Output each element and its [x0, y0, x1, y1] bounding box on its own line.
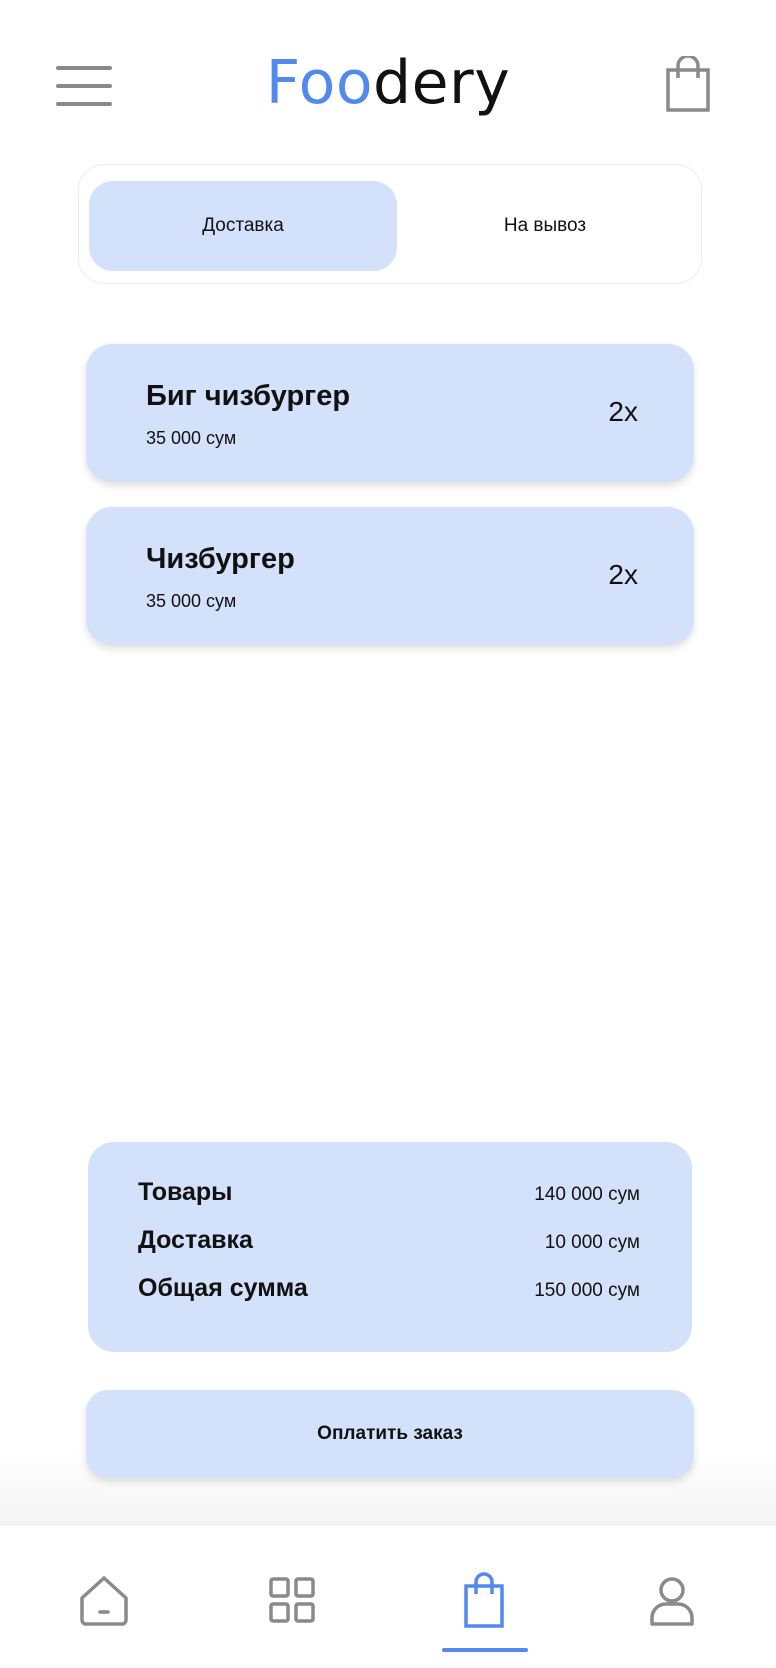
nav-user-icon[interactable]	[642, 1570, 702, 1630]
item-name: Биг чизбургер	[146, 380, 351, 412]
summary-value: 10 000 сум	[544, 1232, 640, 1253]
pay-order-button[interactable]: Оплатить заказ	[86, 1390, 694, 1478]
summary-label: Общая сумма	[138, 1274, 308, 1302]
app-logo: Foodery	[0, 48, 776, 118]
summary-label: Доставка	[138, 1226, 253, 1254]
summary-row-total: Общая сумма 150 000 сум	[138, 1274, 640, 1314]
summary-label: Товары	[138, 1178, 233, 1206]
nav-home-icon[interactable]	[74, 1570, 134, 1630]
item-name: Чизбургер	[146, 543, 295, 575]
summary-row-delivery: Доставка 10 000 сум	[138, 1226, 640, 1266]
logo-part-dark: dery	[373, 48, 511, 118]
summary-row-goods: Товары 140 000 сум	[138, 1178, 640, 1218]
tab-pickup[interactable]: На вывоз	[391, 181, 699, 271]
item-price: 35 000 сум	[146, 591, 237, 611]
bottom-navigation	[0, 1526, 776, 1668]
nav-active-indicator	[442, 1648, 528, 1652]
order-summary: Товары 140 000 сум Доставка 10 000 сум О…	[88, 1142, 692, 1352]
item-quantity: 2x	[608, 559, 638, 590]
cart-item[interactable]: Чизбургер 35 000 сум 2x	[86, 507, 694, 645]
item-price: 35 000 сум	[146, 428, 237, 448]
logo-part-accent: Foo	[265, 48, 374, 118]
cart-item[interactable]: Биг чизбургер 35 000 сум 2x	[86, 344, 694, 482]
summary-value: 150 000 сум	[534, 1280, 640, 1301]
item-quantity: 2x	[608, 396, 638, 427]
nav-grid-icon[interactable]	[262, 1570, 322, 1630]
tab-delivery[interactable]: Доставка	[89, 181, 397, 271]
summary-value: 140 000 сум	[534, 1184, 640, 1205]
cart-bag-icon[interactable]	[666, 54, 710, 112]
delivery-mode-switch: Доставка На вывоз	[78, 164, 702, 284]
nav-cart-bag-icon[interactable]	[454, 1570, 514, 1630]
